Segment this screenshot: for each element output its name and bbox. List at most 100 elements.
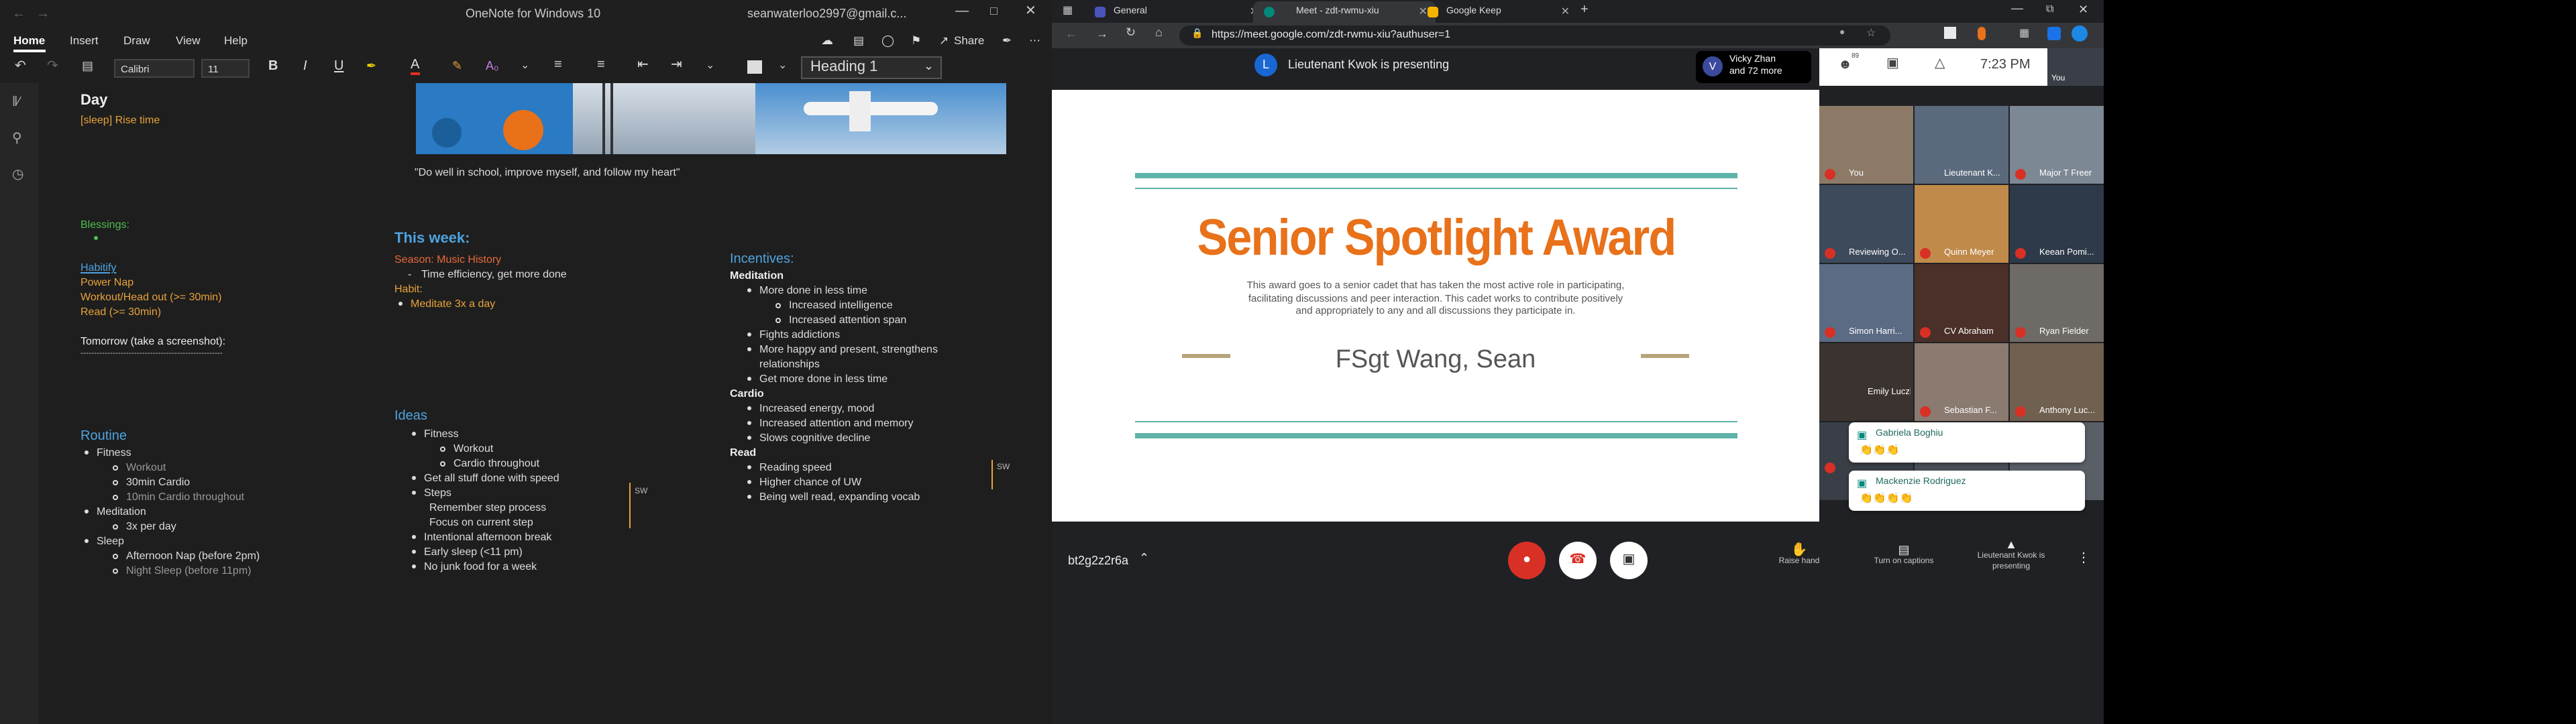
raise-hand-button[interactable]: ✋ Raise hand — [1766, 543, 1833, 566]
participant-name: Simon Harri... — [1849, 327, 1902, 337]
italic-icon[interactable]: I — [303, 59, 307, 74]
tab-label: General — [1114, 7, 1147, 16]
mic-icon[interactable]: ● — [1839, 28, 1845, 38]
share-icon[interactable]: ↗ — [939, 34, 949, 48]
indent-icon[interactable]: ⇥ — [671, 58, 682, 72]
font-size-box[interactable]: 11 — [201, 59, 250, 78]
tab-home[interactable]: Home — [13, 34, 46, 52]
participant-tile[interactable]: Simon Harri... — [1819, 264, 1913, 342]
people-icon[interactable]: ☻ — [1838, 58, 1852, 72]
chevron-down-icon[interactable]: ⌄ — [706, 59, 714, 71]
pen-icon[interactable]: ✒ — [1002, 34, 1012, 48]
account-name[interactable]: seanwaterloo2997@gmail.c... — [747, 7, 906, 20]
tab-insert[interactable]: Insert — [70, 34, 99, 47]
activities-icon[interactable]: △ — [1935, 56, 1945, 71]
recent-icon[interactable]: ◷ — [12, 168, 23, 182]
new-tab-icon[interactable]: + — [1580, 3, 1589, 17]
back-icon[interactable]: ← — [12, 7, 25, 21]
clear-format-icon[interactable]: A₀ — [486, 59, 499, 72]
search-icon[interactable]: ⚲ — [12, 131, 22, 146]
home-icon[interactable]: ⌂ — [1155, 25, 1163, 39]
participant-tile[interactable]: You — [1819, 106, 1913, 184]
meeting-code[interactable]: bt2g2z2r6a — [1068, 554, 1128, 567]
reload-icon[interactable]: ↻ — [1126, 25, 1136, 40]
tab-help[interactable]: Help — [224, 34, 248, 47]
notebook-icon[interactable]: ▤ — [853, 34, 864, 48]
todo-tag-icon[interactable] — [747, 60, 762, 74]
numbering-icon[interactable]: ≡ — [597, 58, 605, 72]
clipboard-icon[interactable]: ▤ — [82, 59, 93, 74]
close-icon[interactable]: ✕ — [2078, 3, 2088, 17]
notebooks-icon[interactable]: ‖∕ — [12, 95, 20, 110]
font-name-box[interactable]: Calibri — [114, 59, 195, 78]
chevron-down-icon[interactable]: ⌄ — [778, 59, 787, 71]
participant-tile[interactable]: Lieutenant K... — [1915, 106, 2008, 184]
share-button[interactable]: Share — [954, 34, 984, 47]
chevron-down-icon[interactable]: ⌄ — [521, 59, 529, 71]
presenting-button[interactable]: ▲ Lieutenant Kwok is presenting — [1964, 538, 2058, 572]
more-icon[interactable]: ⋯ — [1029, 34, 1040, 48]
mic-off-icon — [2015, 169, 2026, 180]
back-icon[interactable]: ← — [1065, 27, 1077, 40]
participant-tile[interactable]: CV Abraham — [1915, 264, 2008, 342]
chat-icon[interactable]: ▣ — [1886, 56, 1899, 71]
extension-icon[interactable] — [2047, 27, 2061, 40]
highlight-icon[interactable]: ✒ — [366, 59, 376, 74]
format-painter-icon[interactable]: ✎ — [452, 59, 462, 74]
chat-toast[interactable]: ▣ Mackenzie Rodriguez 👏👏👏👏 — [1849, 471, 2085, 511]
underline-icon[interactable]: U — [334, 59, 343, 74]
bullets-icon[interactable]: ≡ — [554, 58, 562, 72]
close-icon[interactable]: ✕ — [1561, 5, 1570, 17]
leave-call-button[interactable]: ☎ — [1559, 542, 1597, 579]
bell-icon[interactable]: ⚑ — [911, 34, 921, 48]
participant-tile[interactable]: Reviewing O... — [1819, 185, 1913, 263]
tab-label: Meet - zdt-rwmu-xiu — [1296, 7, 1379, 16]
outdent-icon[interactable]: ⇤ — [637, 58, 649, 72]
participant-tile[interactable]: Emily Luczka — [1819, 343, 1913, 421]
undo-icon[interactable]: ↶ — [15, 59, 26, 74]
maximize-icon[interactable]: □ — [990, 4, 998, 17]
participant-tile[interactable]: Ryan Fielder — [2010, 264, 2104, 342]
close-icon[interactable]: ✕ — [1025, 4, 1036, 19]
tab-meet[interactable]: Meet - zdt-rwmu-xiu ✕ — [1253, 1, 1436, 23]
address-bar[interactable]: 🔒 https://meet.google.com/zdt-rwmu-xiu?a… — [1179, 25, 1890, 46]
participant-tile[interactable]: Quinn Meyer — [1915, 185, 2008, 263]
participant-tile[interactable]: Major T Freer — [2010, 106, 2104, 184]
participant-tile[interactable]: Keean Pomi... — [2010, 185, 2104, 263]
list-item: Sleep — [80, 534, 260, 548]
mic-off-icon — [1920, 248, 1931, 259]
minimize-icon[interactable]: — — [955, 4, 969, 19]
extension-icon[interactable] — [1944, 27, 1956, 39]
participant-name: Keean Pomi... — [2039, 248, 2094, 257]
note-page[interactable]: "Do well in school, improve myself, and … — [39, 83, 1052, 724]
forward-icon[interactable]: → — [1096, 27, 1108, 40]
tab-draw[interactable]: Draw — [123, 34, 150, 47]
lightbulb-icon[interactable]: ◯ — [881, 34, 894, 48]
habitify-link[interactable]: Habitify — [80, 260, 116, 275]
star-icon[interactable]: ☆ — [1866, 27, 1876, 39]
extension-icon[interactable]: ▦ — [2019, 27, 2029, 39]
bold-icon[interactable]: B — [268, 59, 278, 74]
extension-icon[interactable] — [1978, 27, 1986, 40]
font-color-icon[interactable]: A — [411, 58, 420, 75]
tab-actions-icon[interactable]: ▦ — [1063, 4, 1073, 16]
tab-view[interactable]: View — [176, 34, 201, 47]
chevron-up-icon[interactable]: ⌃ — [1139, 551, 1149, 566]
forward-icon[interactable]: → — [36, 7, 50, 21]
minimize-icon[interactable]: — — [2011, 1, 2023, 15]
style-dropdown[interactable]: Heading 1 ⌄ — [801, 56, 942, 79]
participant-tile[interactable]: Anthony Luc... — [2010, 343, 2104, 421]
camera-button[interactable]: ▣ — [1610, 542, 1648, 579]
participant-tile[interactable]: Sebastian F... — [1915, 343, 2008, 421]
profile-avatar[interactable] — [2072, 25, 2088, 42]
maximize-icon[interactable]: ⧉ — [2046, 3, 2053, 16]
sync-icon[interactable]: ☁ — [821, 34, 833, 48]
redo-icon[interactable]: ↷ — [47, 59, 58, 74]
more-options-icon[interactable]: ⋮ — [2077, 551, 2090, 566]
mic-button[interactable]: ● — [1508, 542, 1546, 579]
chat-toast[interactable]: ▣ Gabriela Boghiu 👏👏👏 — [1849, 422, 2085, 463]
captions-button[interactable]: ▤ Turn on captions — [1857, 543, 1951, 566]
tab-keep[interactable]: Google Keep ✕ — [1417, 1, 1578, 23]
tab-general[interactable]: General✕ — [1084, 1, 1267, 23]
viewers-chip[interactable]: V Vicky Zhan and 72 more — [1696, 51, 1811, 83]
